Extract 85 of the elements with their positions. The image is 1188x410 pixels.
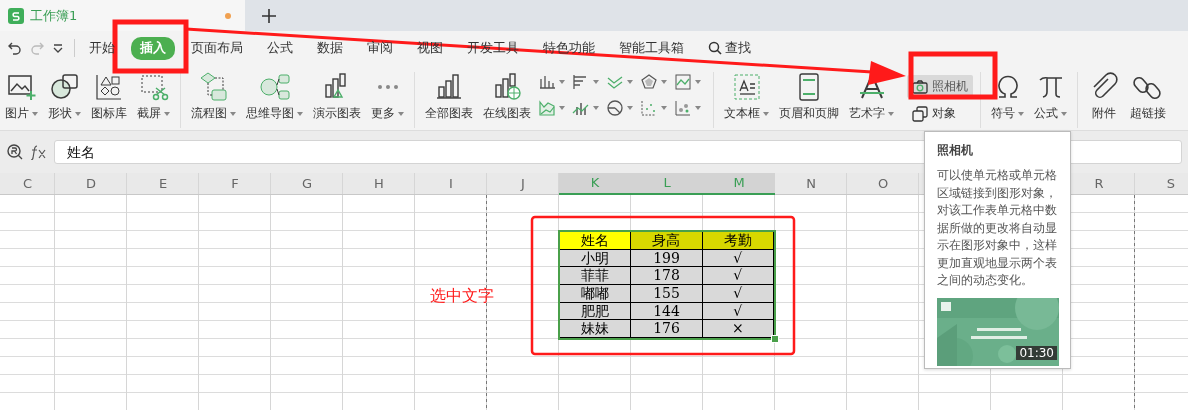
tooltip-title: 照相机 (937, 142, 974, 159)
caret-icon (627, 106, 633, 110)
caret-icon (559, 80, 565, 84)
toolbar-button[interactable]: 更多 (366, 69, 409, 124)
table-header-cell: 考勤 (702, 232, 774, 250)
toolbar-button[interactable]: 在线图表 (478, 69, 536, 124)
column-header[interactable]: D (55, 173, 127, 195)
object-button[interactable]: 对象 (907, 102, 973, 125)
toolbar-button[interactable]: 页眉和页脚 (774, 69, 844, 124)
area-chart-icon (674, 73, 692, 91)
caret-icon (1018, 111, 1024, 116)
toolbar-button[interactable]: 截屏 (132, 69, 175, 124)
table-cell: 妹妹 (560, 320, 632, 338)
caret-icon (32, 111, 38, 116)
toolbar-button[interactable]: 文本框 (719, 69, 774, 124)
column-header[interactable]: I (415, 173, 487, 195)
toolbar-button[interactable]: 图片 (0, 69, 43, 124)
caret-icon (559, 106, 565, 110)
column-header[interactable]: G (271, 173, 343, 195)
table-cell: × (702, 320, 774, 338)
menu-tab[interactable]: 数据 (317, 37, 343, 59)
column-header[interactable]: F (199, 173, 271, 195)
caret-icon (230, 111, 236, 116)
toolbar-button[interactable]: 超链接 (1125, 69, 1171, 124)
menu-tab[interactable]: 智能工具箱 (619, 37, 684, 59)
caret-icon (398, 111, 404, 116)
camera-icon (912, 79, 928, 94)
menu-tab[interactable]: 公式 (267, 37, 293, 59)
caret-icon (763, 111, 769, 116)
annotation-text: 选中文字 (430, 286, 494, 307)
table-cell: 菲菲 (560, 267, 632, 285)
column-header[interactable]: N (775, 173, 847, 195)
table-header-cell: 身高 (631, 232, 703, 250)
search-icon (708, 41, 722, 55)
column-header[interactable]: S (1135, 173, 1188, 195)
more-icon (376, 84, 399, 90)
pie-chart-icon (606, 99, 624, 117)
spreadsheet-logo (8, 7, 24, 24)
toolbar-button[interactable]: 附件 (1083, 69, 1125, 124)
chevron-down-icon[interactable] (52, 42, 64, 54)
table-cell: 178 (631, 267, 703, 285)
table-cell: 176 (631, 320, 703, 338)
column-header[interactable]: J (487, 173, 559, 195)
caret-icon (75, 111, 81, 116)
toolbar-button[interactable]: 流程图 (186, 69, 241, 124)
table-header-cell: 姓名 (560, 232, 632, 250)
area-chart-icon (538, 99, 556, 117)
caret-icon (661, 106, 667, 110)
column-header[interactable]: O (847, 173, 919, 195)
radar-chart-icon (640, 73, 658, 91)
column-chart-icon (538, 73, 556, 91)
column-header[interactable]: C (0, 173, 55, 195)
caret-icon (661, 80, 667, 84)
toolbar-button[interactable]: 思维导图 (241, 69, 308, 124)
caret-icon (627, 80, 633, 84)
table-cell: √ (702, 267, 774, 285)
menu-tab[interactable]: 页面布局 (191, 37, 243, 59)
caret-icon (593, 80, 599, 84)
zoom-icon[interactable] (6, 143, 24, 161)
find-button[interactable]: 查找 (708, 37, 751, 59)
toolbar-button[interactable]: 公式 (1029, 69, 1072, 124)
caret-icon (695, 80, 701, 84)
undo-icon[interactable] (8, 41, 22, 55)
caret-icon (695, 106, 701, 110)
column-header[interactable]: H (343, 173, 415, 195)
tooltip-text: 可以使单元格或单元格区域链接到图形对象，对该工作表单元格中数据所做的更改将自动显示在图形对象中，这样更加直观地显示两个表之间的动态变化。 (937, 167, 1058, 289)
fill-handle[interactable] (771, 335, 779, 343)
menu-tab[interactable]: 审阅 (367, 37, 393, 59)
column-header[interactable]: E (127, 173, 199, 195)
toolbar-button[interactable]: 符号 (986, 69, 1029, 124)
caret-icon (593, 106, 599, 110)
toolbar-button[interactable]: 形状 (43, 69, 86, 124)
caret-icon (297, 111, 303, 116)
new-tab-icon[interactable] (262, 8, 276, 23)
bubble-chart-icon (674, 99, 692, 117)
mind-map-icon (258, 71, 291, 103)
scatter-chart-icon (640, 99, 658, 117)
toolbar-button[interactable]: 图标库 (86, 69, 132, 124)
caret-icon (888, 111, 894, 116)
toolbar-button[interactable]: 演示图表 (308, 69, 366, 124)
function-icon[interactable] (30, 144, 48, 160)
stacked-squares-icon (912, 105, 928, 122)
toolbar-button[interactable]: 全部图表 (420, 69, 478, 124)
caret-icon (1061, 111, 1067, 116)
caret-icon (164, 111, 170, 116)
